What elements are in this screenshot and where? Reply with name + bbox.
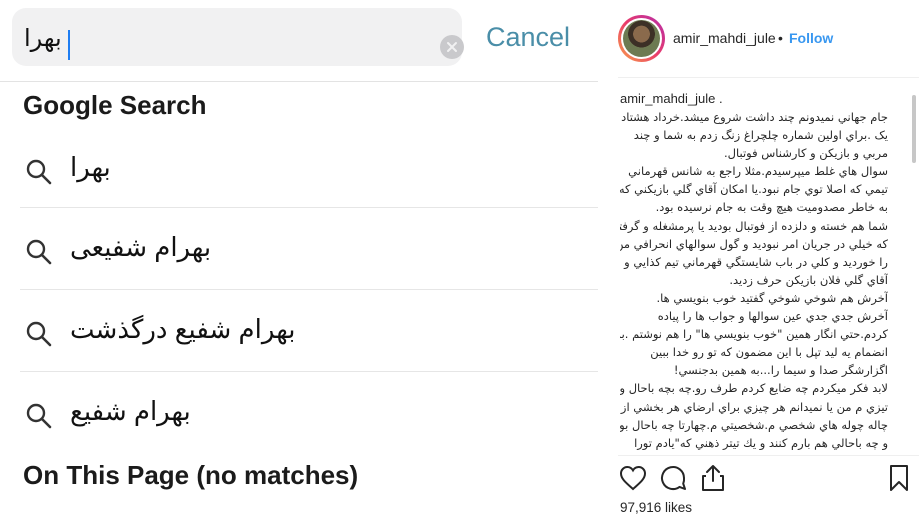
search-suggestion[interactable]: بهرام شفیع xyxy=(20,374,598,456)
search-suggestion[interactable]: بهرا xyxy=(20,128,598,210)
caption-line: يک .براي اولين شماره چلچراغ زنگ زدم به ش… xyxy=(633,128,888,143)
caption-line: انضمام يه ليد تپل با اين مضمون که تو رو … xyxy=(650,345,888,360)
share-icon[interactable] xyxy=(698,463,728,493)
caption-line: آخرش جدي جدي عين سوالها و جواب ها را پيا… xyxy=(657,309,888,324)
search-overlay: بهرا Cancel Google Search بهرا بهرام شفی… xyxy=(0,0,598,521)
heart-icon[interactable] xyxy=(618,463,648,493)
suggestion-label: بهرام شفیع درگذشت xyxy=(70,314,296,344)
scrollbar[interactable] xyxy=(912,95,916,163)
cancel-button[interactable]: Cancel xyxy=(486,22,570,53)
caption-line: و چه باحالي هم بارم کنند و يك تيتر ذهني … xyxy=(634,435,888,450)
suggestion-label: بهرا xyxy=(70,152,111,182)
suggestion-label: بهرام شفیعی xyxy=(70,232,212,262)
caption-line: تيمي که اصلا توي جام نبود.يا امکان آقاي … xyxy=(620,182,888,197)
caption-line: چاله چوله هاي شخصي م.شخصيتي م.چهارتا چه … xyxy=(620,417,888,432)
search-icon xyxy=(26,159,52,185)
caption-line: شما هم خسته و دلزده از فوتبال بوديد يا پ… xyxy=(620,218,888,233)
text-caret xyxy=(68,30,70,60)
divider xyxy=(618,77,919,78)
search-input[interactable]: بهرا xyxy=(12,8,464,66)
clear-search-icon[interactable] xyxy=(440,35,464,59)
caption-line: آقاي گلي فلان بازيکن حرف زديد. xyxy=(729,272,888,287)
search-icon xyxy=(26,239,52,265)
divider xyxy=(20,371,598,372)
screen: بهرا Cancel Google Search بهرا بهرام شفی… xyxy=(0,0,919,521)
caption-line: فراموش xyxy=(620,452,888,455)
caption-line: اگزارشگر صدا و سيما را...به همين بدجنسي! xyxy=(673,363,888,378)
divider xyxy=(20,289,598,290)
on-this-page-heading: On This Page (no matches) xyxy=(23,460,359,490)
caption-line: تيزي م من يا نميدانم هر چيزي براي ارضاي … xyxy=(620,399,888,414)
post-panel: amir_mahdi_jule • Follow amir_mahdi_jule… xyxy=(598,0,919,521)
google-search-heading: Google Search xyxy=(23,90,207,120)
post-username[interactable]: amir_mahdi_jule xyxy=(673,30,776,46)
search-suggestion[interactable]: بهرام شفیع درگذشت xyxy=(20,292,598,374)
search-icon xyxy=(26,403,52,429)
suggestion-label: بهرام شفیع xyxy=(70,396,191,426)
caption-line: کردم.حتي انگار همين "خوب بنويسي ها" را ه… xyxy=(620,327,888,342)
divider xyxy=(0,81,598,82)
caption-line: آخرش هم شوخي شوخي گفتيد خوب بنويسي ها. xyxy=(656,290,888,305)
caption-line: را خورديد و کلي در باب شايستگي قهرماني ت… xyxy=(624,254,888,269)
caption-line: که خيلي در جريان امر نبوديد و گول سوالها… xyxy=(620,236,888,251)
caption-line: سوال هاي غلط ميپرسيدم.مثلا راجع به شانس … xyxy=(628,164,888,179)
separator-dot: • xyxy=(778,30,783,46)
divider xyxy=(618,455,919,456)
avatar[interactable] xyxy=(618,15,665,62)
likes-count[interactable]: 97,916 likes xyxy=(620,500,692,515)
search-suggestion[interactable]: بهرام شفیعی xyxy=(20,210,598,292)
search-icon xyxy=(26,321,52,347)
caption-line: مربي و بازيکن و کارشناس فوتبال. xyxy=(723,146,888,161)
avatar-photo xyxy=(623,20,660,57)
follow-button[interactable]: Follow xyxy=(789,30,833,46)
avatar-image xyxy=(621,18,662,59)
bookmark-icon[interactable] xyxy=(884,463,914,493)
comment-icon[interactable] xyxy=(658,463,688,493)
search-query-text[interactable]: بهرا xyxy=(24,24,62,53)
caption-line: به خاطر مصدوميت هيچ وقت به جام نرسيده بو… xyxy=(655,200,888,215)
caption-line: لابد فکر ميکردم چه ضايع کردم طرف رو.چه ب… xyxy=(620,381,888,396)
caption-line: جام جهاني نميدونم چند داشت شروع ميشد.خرد… xyxy=(620,110,888,124)
post-caption: جام جهاني نميدونم چند داشت شروع ميشد.خرد… xyxy=(620,108,888,454)
caption-username[interactable]: amir_mahdi_jule . xyxy=(620,91,723,106)
divider xyxy=(20,207,598,208)
